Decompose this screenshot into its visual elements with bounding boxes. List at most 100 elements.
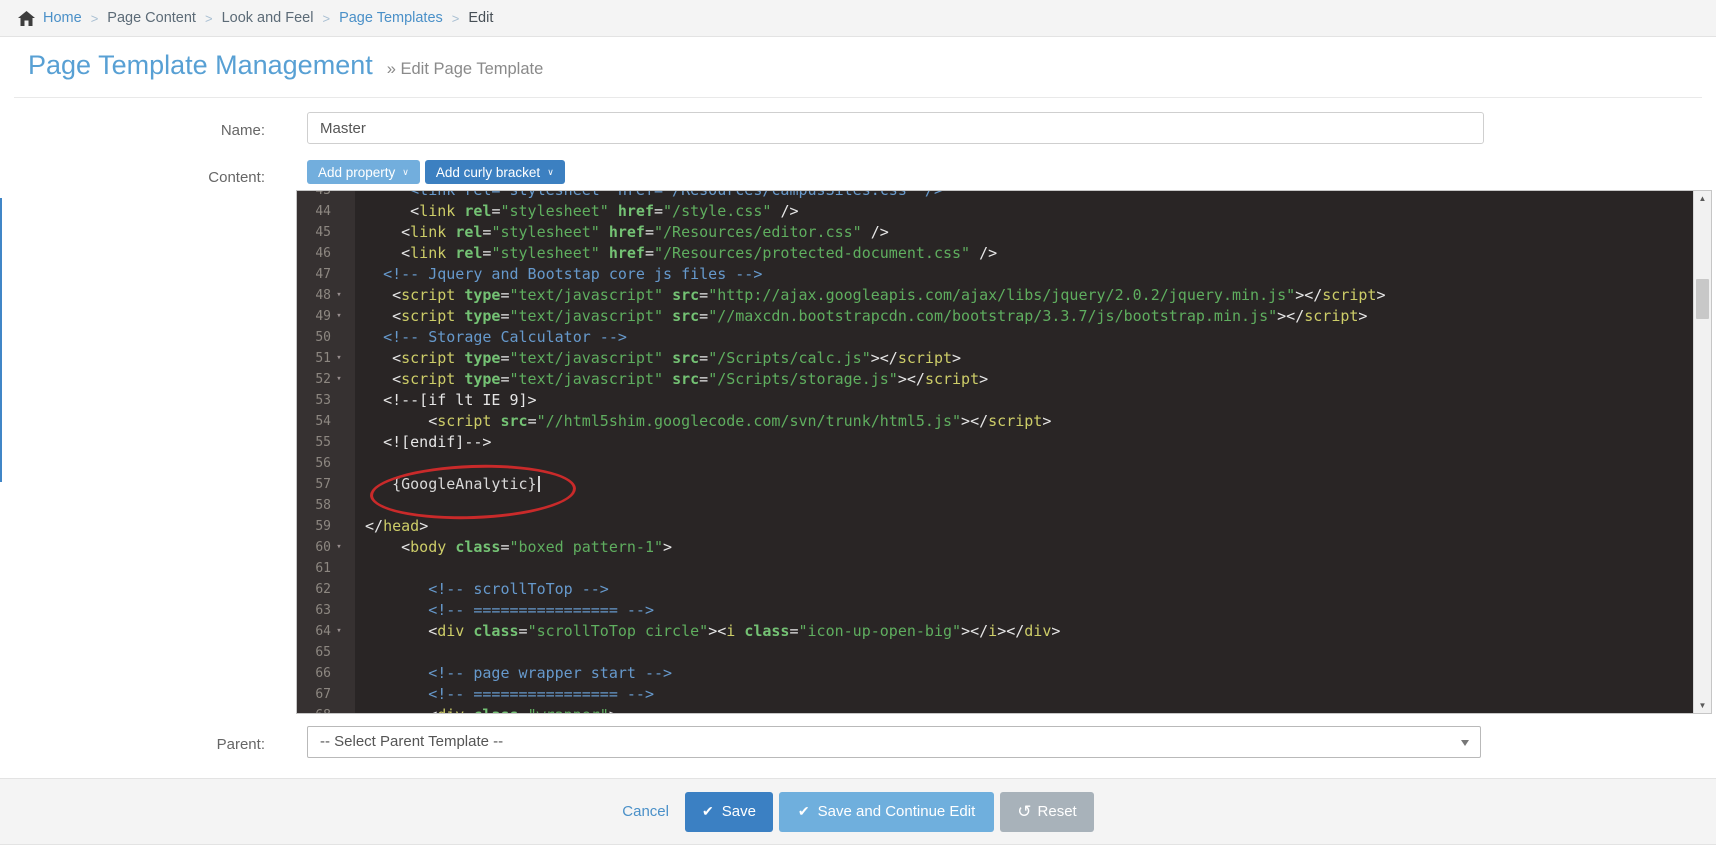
gutter-cell: 49 ▾ (297, 306, 355, 327)
code-line[interactable]: 56 (297, 453, 1693, 474)
code-text[interactable]: </head> (355, 516, 1693, 537)
line-number: 65 (315, 645, 331, 660)
code-line[interactable]: 51 ▾ <script type="text/javascript" src="… (297, 348, 1693, 369)
code-text[interactable]: {GoogleAnalytic} (355, 474, 1693, 495)
code-line[interactable]: 50 <!-- Storage Calculator --> (297, 327, 1693, 348)
gutter-cell: 45 (297, 222, 355, 243)
gutter-cell: 64 ▾ (297, 621, 355, 642)
code-text[interactable]: <!-- Storage Calculator --> (355, 327, 1693, 348)
breadcrumb: Home > Page Content > Look and Feel > Page Tem… (0, 0, 1716, 37)
code-line[interactable]: 45 <link rel="stylesheet" href="/Resourc… (297, 222, 1693, 243)
reset-icon: ↺ (1017, 801, 1032, 821)
fold-arrow-icon[interactable]: ▾ (331, 306, 347, 327)
line-number: 63 (315, 603, 331, 618)
code-line[interactable]: 61 (297, 558, 1693, 579)
reset-button[interactable]: ↺ Reset (1000, 791, 1094, 832)
code-text[interactable] (355, 558, 1693, 579)
code-text[interactable]: <script src="//html5shim.googlecode.com/… (355, 411, 1693, 432)
scrollbar-thumb[interactable] (1696, 279, 1709, 319)
code-text[interactable]: <script type="text/javascript" src="//ma… (355, 306, 1693, 327)
code-line[interactable]: 57 {GoogleAnalytic} (297, 474, 1693, 495)
editor-viewport[interactable]: 43 <link rel="stylesheet" href="/Resourc… (297, 191, 1693, 713)
scroll-down-icon[interactable]: ▼ (1694, 701, 1711, 710)
gutter-cell: 57 (297, 474, 355, 495)
code-text[interactable]: <script type="text/javascript" src="/Scr… (355, 369, 1693, 390)
fold-arrow-icon[interactable]: ▾ (331, 537, 347, 558)
code-text[interactable]: <div class="scrollToTop circle"><i class… (355, 621, 1693, 642)
code-line[interactable]: 60 ▾ <body class="boxed pattern-1"> (297, 537, 1693, 558)
code-text[interactable]: <link rel="stylesheet" href="/Resources/… (355, 243, 1693, 264)
code-line[interactable]: 67 <!-- ================ --> (297, 684, 1693, 705)
code-text[interactable]: <![endif]--> (355, 432, 1693, 453)
fold-arrow-icon[interactable]: ▾ (331, 621, 347, 642)
code-line[interactable]: 63 <!-- ================ --> (297, 600, 1693, 621)
cancel-link[interactable]: Cancel (622, 803, 669, 820)
scroll-up-icon[interactable]: ▲ (1694, 194, 1711, 203)
gutter-cell: 44 (297, 201, 355, 222)
code-text[interactable]: <link rel="stylesheet" href="/style.css"… (355, 201, 1693, 222)
code-text[interactable]: <!-- ================ --> (355, 684, 1693, 705)
save-and-continue-button[interactable]: ✔ Save and Continue Edit (778, 791, 995, 832)
code-line[interactable]: 54 <script src="//html5shim.googlecode.c… (297, 411, 1693, 432)
line-number: 52 (315, 372, 331, 387)
line-number: 55 (315, 435, 331, 450)
line-number: 47 (315, 267, 331, 282)
parent-select[interactable]: -- Select Parent Template -- (307, 726, 1481, 758)
code-line[interactable]: 68 <div class="wrapper"> (297, 705, 1693, 713)
code-line[interactable]: 48 ▾ <script type="text/javascript" src="… (297, 285, 1693, 306)
code-text[interactable]: <body class="boxed pattern-1"> (355, 537, 1693, 558)
code-text[interactable] (355, 642, 1693, 663)
code-text[interactable]: <div class="wrapper"> (355, 705, 1693, 713)
code-line[interactable]: 46 <link rel="stylesheet" href="/Resourc… (297, 243, 1693, 264)
chevron-down-icon: ∨ (547, 166, 554, 177)
code-line[interactable]: 59 </head> (297, 516, 1693, 537)
content-code-editor[interactable]: 43 <link rel="stylesheet" href="/Resourc… (296, 190, 1712, 714)
code-text[interactable]: <script type="text/javascript" src="http… (355, 285, 1693, 306)
code-line[interactable]: 64 ▾ <div class="scrollToTop circle"><i c… (297, 621, 1693, 642)
gutter-cell: 48 ▾ (297, 285, 355, 306)
code-text[interactable]: <!--[if lt IE 9]> (355, 390, 1693, 411)
page-title: Page Template Management (28, 50, 373, 80)
line-number: 58 (315, 498, 331, 513)
check-icon: ✔ (797, 803, 810, 819)
breadcrumb-separator: > (204, 10, 213, 26)
code-line[interactable]: 44 <link rel="stylesheet" href="/style.c… (297, 201, 1693, 222)
add-curly-bracket-button[interactable]: Add curly bracket ∨ (424, 160, 565, 184)
breadcrumb-item-page-templates[interactable]: Page Templates (339, 10, 443, 26)
code-text[interactable]: <!-- scrollToTop --> (355, 579, 1693, 600)
fold-arrow-icon[interactable]: ▾ (331, 285, 347, 306)
fold-arrow-icon[interactable]: ▾ (331, 348, 347, 369)
name-input[interactable] (307, 112, 1484, 144)
code-line[interactable]: 58 (297, 495, 1693, 516)
code-text[interactable]: <!-- Jquery and Bootstap core js files -… (355, 264, 1693, 285)
code-text[interactable]: <!-- page wrapper start --> (355, 663, 1693, 684)
line-number: 43 (297, 191, 331, 201)
code-text[interactable]: <script type="text/javascript" src="/Scr… (355, 348, 1693, 369)
code-line[interactable]: 47 <!-- Jquery and Bootstap core js file… (297, 264, 1693, 285)
code-text[interactable]: <link rel="stylesheet" href="/Resources/… (355, 222, 1693, 243)
code-line[interactable]: 49 ▾ <script type="text/javascript" src="… (297, 306, 1693, 327)
header-divider (14, 97, 1702, 98)
code-line[interactable]: 55 <![endif]--> (297, 432, 1693, 453)
code-line[interactable]: 65 (297, 642, 1693, 663)
line-number: 48 (315, 288, 331, 303)
editor-scrollbar[interactable]: ▲ ▼ (1693, 191, 1711, 713)
code-line[interactable]: 62 <!-- scrollToTop --> (297, 579, 1693, 600)
code-line[interactable]: 66 <!-- page wrapper start --> (297, 663, 1693, 684)
gutter-cell: 68 (297, 705, 355, 713)
code-line[interactable]: 43 <link rel="stylesheet" href="/Resourc… (297, 191, 1693, 201)
code-text[interactable]: <!-- ================ --> (355, 600, 1693, 621)
code-text[interactable] (355, 453, 1693, 474)
code-text[interactable]: <link rel="stylesheet" href="/Resources/… (355, 191, 1693, 201)
code-line[interactable]: 53 <!--[if lt IE 9]> (297, 390, 1693, 411)
home-icon[interactable] (18, 10, 35, 26)
line-number: 54 (315, 414, 331, 429)
save-button[interactable]: ✔ Save (684, 791, 773, 832)
name-label: Name: (220, 122, 265, 139)
add-property-button[interactable]: Add property ∨ (307, 160, 420, 184)
fold-arrow-icon[interactable]: ▾ (331, 369, 347, 390)
code-text[interactable] (355, 495, 1693, 516)
code-line[interactable]: 52 ▾ <script type="text/javascript" src="… (297, 369, 1693, 390)
breadcrumb-item-home[interactable]: Home (43, 10, 82, 26)
line-number: 61 (315, 561, 331, 576)
